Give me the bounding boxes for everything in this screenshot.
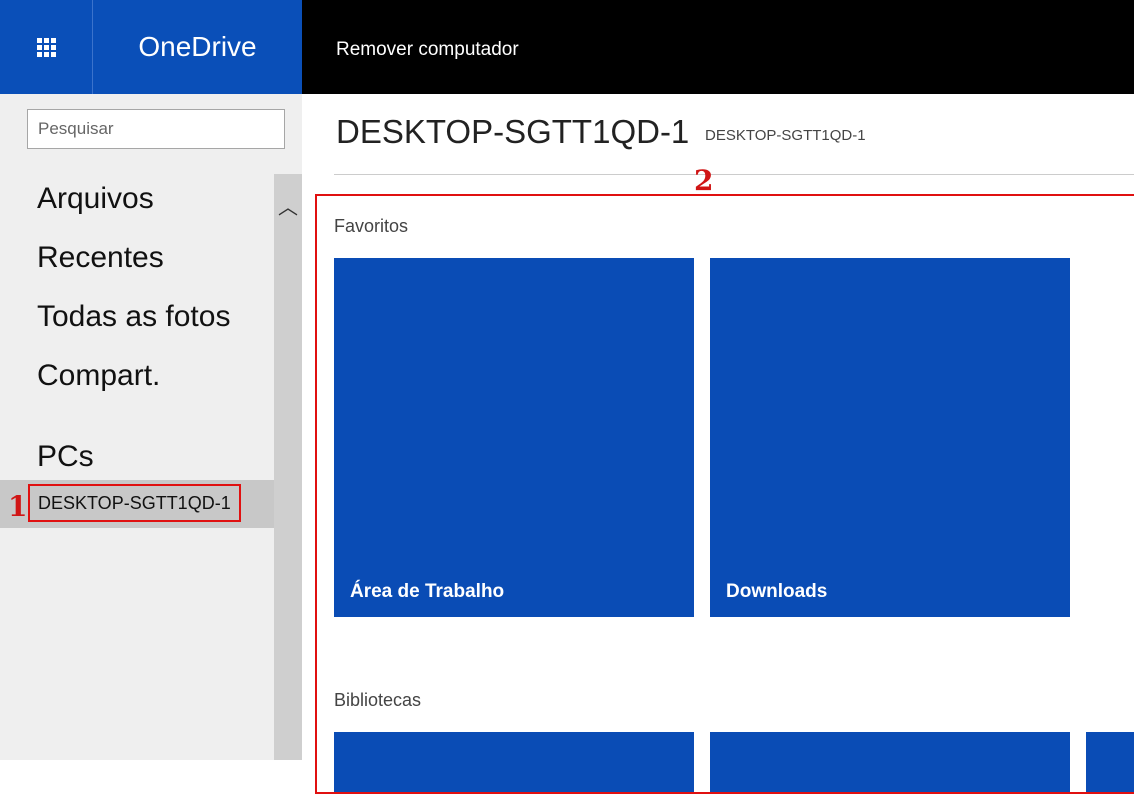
tile-label: Downloads: [726, 581, 828, 602]
header-divider: [334, 174, 1134, 175]
nav-item-todas-as-fotos[interactable]: Todas as fotos: [37, 300, 230, 334]
library-tile[interactable]: [710, 732, 1070, 792]
page-title: DESKTOP-SGTT1QD-1: [336, 113, 690, 150]
tile-downloads[interactable]: Downloads: [710, 258, 1070, 617]
annotation-marker-1: 1: [8, 490, 28, 523]
tile-area-de-trabalho[interactable]: Área de Trabalho: [334, 258, 694, 617]
search-input[interactable]: [27, 109, 285, 149]
nav-scrollbar[interactable]: ︿: [274, 174, 302, 760]
chevron-up-icon[interactable]: ︿: [274, 194, 302, 222]
page-subtitle: DESKTOP-SGTT1QD-1: [705, 127, 866, 144]
library-tile[interactable]: [1086, 732, 1134, 792]
annotation-marker-2: 2: [694, 164, 714, 197]
pcs-heading: PCs: [37, 440, 94, 473]
nav-item-arquivos[interactable]: Arquivos: [37, 182, 154, 216]
favorites-section-label: Favoritos: [334, 216, 409, 236]
waffle-grid-icon: [36, 37, 56, 57]
libraries-section-label: Bibliotecas: [334, 690, 422, 710]
tile-label: Área de Trabalho: [350, 581, 505, 602]
pc-item-desktop[interactable]: DESKTOP-SGTT1QD-1: [28, 484, 241, 522]
left-nav: ︿ Arquivos Recentes Todas as fotos Compa…: [0, 94, 302, 760]
remove-computer-button[interactable]: Remover computador: [336, 0, 519, 94]
nav-item-recentes[interactable]: Recentes: [37, 241, 164, 275]
pc-row-selected[interactable]: DESKTOP-SGTT1QD-1: [0, 480, 274, 528]
app-launcher-button[interactable]: [0, 0, 92, 94]
onedrive-brand-link[interactable]: OneDrive: [92, 0, 302, 94]
nav-item-compart[interactable]: Compart.: [37, 359, 160, 393]
library-tile[interactable]: [334, 732, 694, 792]
